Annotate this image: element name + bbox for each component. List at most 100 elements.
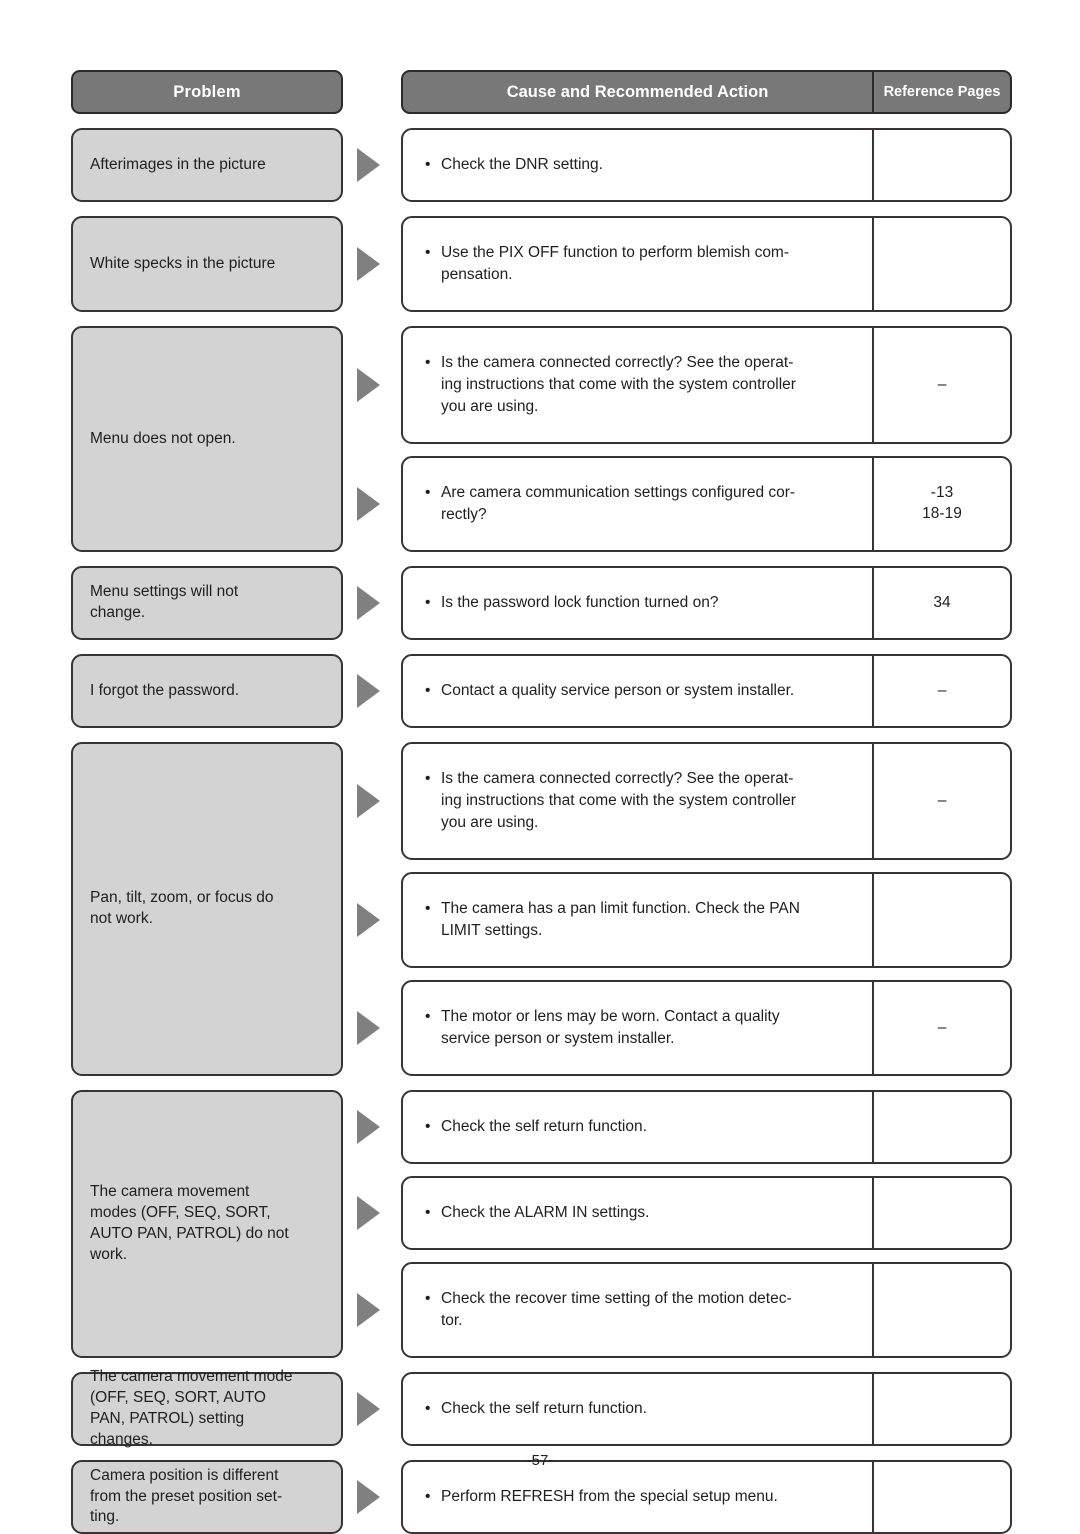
action-label: Check the self return function. <box>441 1118 647 1135</box>
action-text-cell: • The camera has a pan limit function. Ch… <box>403 874 874 966</box>
action-label: The camera has a pan limit function. Che… <box>441 900 800 939</box>
action-text-cell: • Contact a quality service person or sys… <box>403 656 874 726</box>
problem-cell: Afterimages in the picture <box>71 128 343 202</box>
bullet-icon: • <box>425 1204 431 1221</box>
header-cause: Cause and Recommended Action <box>403 72 874 112</box>
action-label: Check the recover time setting of the mo… <box>441 1290 792 1329</box>
header-problem: Problem <box>71 70 343 114</box>
reference-page-cell: – <box>937 375 947 393</box>
action-row: • Check the recover time setting of the m… <box>401 1262 1012 1358</box>
action-label: Use the PIX OFF function to perform blem… <box>441 244 790 283</box>
action-row: • Check the ALARM IN settings. <box>401 1176 1012 1250</box>
problem-cell: The camera movement mode (OFF, SEQ, SORT… <box>71 1368 343 1448</box>
action-row: • The camera has a pan limit function. Ch… <box>401 872 1012 968</box>
bullet-icon: • <box>425 1400 431 1417</box>
arrow-right-icon <box>357 903 380 937</box>
action-label: Contact a quality service person or syst… <box>441 682 795 699</box>
page-number: -57- <box>526 1452 554 1469</box>
arrow-right-icon <box>357 674 380 708</box>
bullet-icon: • <box>425 156 431 173</box>
arrow-right-icon <box>357 1196 380 1230</box>
arrow-right-icon <box>357 487 380 521</box>
action-text-cell: • Is the password lock function turned on… <box>403 568 874 638</box>
bullet-icon: • <box>425 1118 431 1135</box>
action-row: • The motor or lens may be worn. Contact … <box>401 980 1012 1076</box>
action-label: Is the password lock function turned on? <box>441 594 719 611</box>
action-row: • Check the self return function. <box>401 1090 1012 1164</box>
action-row: • Is the camera connected correctly? See … <box>401 742 1012 860</box>
reference-page-cell: 34 <box>933 593 951 611</box>
reference-page-cell <box>874 1374 1010 1444</box>
arrow-right-icon <box>357 368 380 402</box>
bullet-icon: • <box>425 1008 431 1025</box>
action-label: Is the camera connected correctly? See t… <box>441 770 796 831</box>
bullet-icon: • <box>425 1488 431 1505</box>
arrow-right-icon <box>357 1480 380 1514</box>
header-reference-pages: Reference Pages <box>883 84 1001 100</box>
problem-cell: White specks in the picture <box>71 216 343 312</box>
arrow-right-icon <box>357 586 380 620</box>
action-text-cell: • The motor or lens may be worn. Contact … <box>403 982 874 1074</box>
action-row: • Perform REFRESH from the special setup … <box>401 1460 1012 1534</box>
action-text-cell: • Use the PIX OFF function to perform ble… <box>403 218 874 310</box>
problem-label: The camera movement mode (OFF, SEQ, SORT… <box>90 1368 293 1448</box>
problem-label: Menu settings will not change. <box>90 583 239 621</box>
action-text-cell: • Check the self return function. <box>403 1374 874 1444</box>
problem-cell: Pan, tilt, zoom, or focus do not work. <box>71 742 343 1076</box>
header-right-group: Cause and Recommended Action Reference P… <box>401 70 1012 114</box>
troubleshooting-page: Problem Cause and Recommended Action Ref… <box>0 0 1080 1534</box>
problem-label: Pan, tilt, zoom, or focus do not work. <box>90 889 274 927</box>
action-label: Check the DNR setting. <box>441 156 603 173</box>
problem-label: White specks in the picture <box>90 254 276 272</box>
arrow-right-icon <box>357 1110 380 1144</box>
action-row: • Use the PIX OFF function to perform ble… <box>401 216 1012 312</box>
problem-cell: The camera movement modes (OFF, SEQ, SOR… <box>71 1090 343 1358</box>
arrow-right-icon <box>357 1293 380 1327</box>
reference-page-cell <box>874 130 1010 200</box>
bullet-icon: • <box>425 682 431 699</box>
action-label: Check the ALARM IN settings. <box>441 1204 650 1221</box>
action-text-cell: • Is the camera connected correctly? See … <box>403 328 874 442</box>
bullet-icon: • <box>425 1290 431 1307</box>
reference-page-cell <box>874 874 1010 966</box>
reference-page-cell: – <box>937 681 947 699</box>
action-row: • Contact a quality service person or sys… <box>401 654 1012 728</box>
action-text-cell: • Are camera communication settings confi… <box>403 458 874 550</box>
action-row: • Check the DNR setting. <box>401 128 1012 202</box>
problem-label: Camera position is different from the pr… <box>90 1466 283 1526</box>
problem-label: Menu does not open. <box>90 429 236 447</box>
action-text-cell: • Check the self return function. <box>403 1092 874 1162</box>
reference-page-cell: – <box>937 1018 947 1036</box>
arrow-right-icon <box>357 784 380 818</box>
action-row: • Is the password lock function turned on… <box>401 566 1012 640</box>
action-row: • Check the self return function. <box>401 1372 1012 1446</box>
reference-page-cell <box>874 1178 1010 1248</box>
action-label: Check the self return function. <box>441 1400 647 1417</box>
action-row: • Are camera communication settings confi… <box>401 456 1012 552</box>
action-label: Is the camera connected correctly? See t… <box>441 354 796 415</box>
problem-cell: Menu does not open. <box>71 326 343 552</box>
table-header: Problem Cause and Recommended Action Ref… <box>71 70 1012 114</box>
bullet-icon: • <box>425 354 431 371</box>
action-label: Are camera communication settings config… <box>441 484 796 523</box>
problem-label: The camera movement modes (OFF, SEQ, SOR… <box>90 1183 289 1263</box>
reference-page-cell: – <box>937 791 947 809</box>
arrow-right-icon <box>357 1011 380 1045</box>
arrow-right-icon <box>357 1392 380 1426</box>
bullet-icon: • <box>425 770 431 787</box>
bullet-icon: • <box>425 484 431 501</box>
action-label: The motor or lens may be worn. Contact a… <box>441 1008 780 1047</box>
problem-cell: I forgot the password. <box>71 654 343 728</box>
problem-label: Afterimages in the picture <box>90 155 266 173</box>
action-text-cell: • Check the recover time setting of the m… <box>403 1264 874 1356</box>
action-text-cell: • Check the ALARM IN settings. <box>403 1178 874 1248</box>
bullet-icon: • <box>425 594 431 611</box>
action-text-cell: • Perform REFRESH from the special setup … <box>403 1462 874 1532</box>
action-label: Perform REFRESH from the special setup m… <box>441 1488 778 1505</box>
action-text-cell: • Is the camera connected correctly? See … <box>403 744 874 858</box>
reference-page-cell <box>874 218 1010 310</box>
bullet-icon: • <box>425 244 431 261</box>
action-row: • Is the camera connected correctly? See … <box>401 326 1012 444</box>
action-text-cell: • Check the DNR setting. <box>403 130 874 200</box>
reference-page-cell <box>874 1264 1010 1356</box>
